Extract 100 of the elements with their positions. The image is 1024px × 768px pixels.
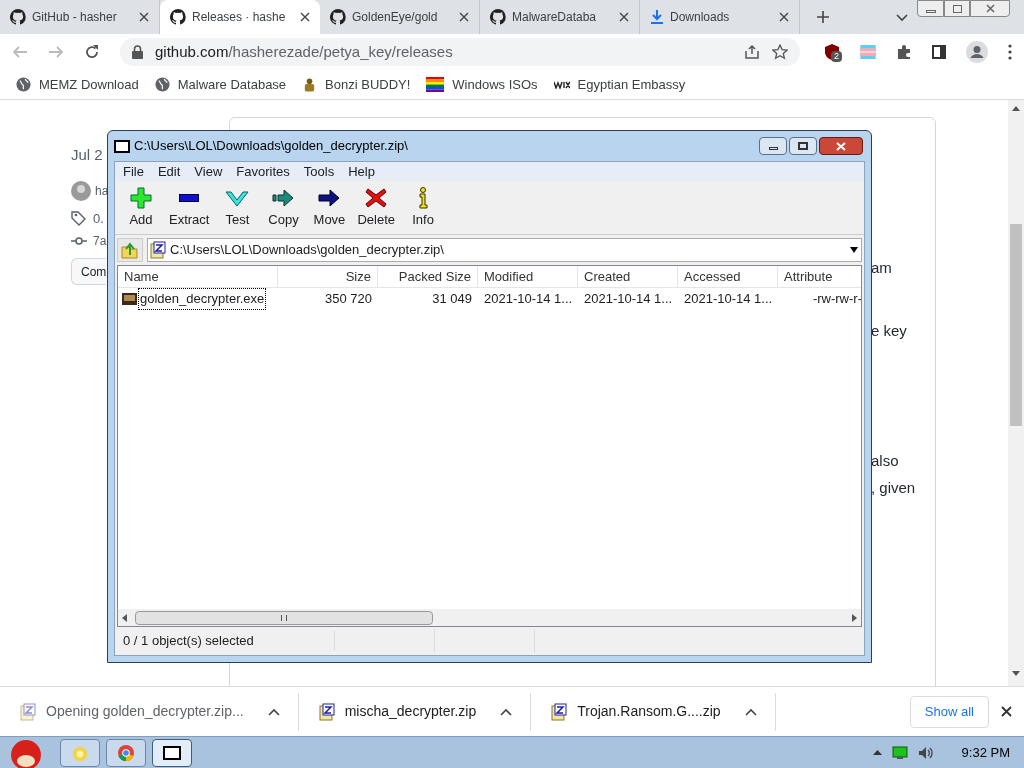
column-header[interactable]: Attribute bbox=[778, 266, 861, 287]
address-field[interactable]: github.com/hasherezade/petya_key/releases bbox=[120, 38, 800, 66]
toolbar-button[interactable]: Move bbox=[311, 185, 348, 230]
star-icon[interactable] bbox=[772, 44, 788, 60]
close-button[interactable] bbox=[819, 137, 863, 155]
tab-title: Releases · hashe bbox=[192, 9, 287, 26]
browser-tab[interactable]: MalwareDataba bbox=[480, 0, 640, 34]
maximize-button[interactable] bbox=[789, 137, 817, 155]
menu-item[interactable]: Favorites bbox=[236, 161, 290, 182]
scroll-down-icon[interactable] bbox=[1012, 671, 1020, 676]
download-item[interactable]: Trojan.Ransom.G....zip bbox=[577, 701, 721, 722]
tag-icon bbox=[71, 210, 87, 227]
download-item[interactable]: mischa_decrypter.zip bbox=[344, 701, 477, 722]
share-icon[interactable] bbox=[744, 44, 760, 60]
puzzle-icon[interactable] bbox=[896, 44, 912, 60]
toolbar-button[interactable]: Test bbox=[219, 185, 256, 230]
close-icon[interactable] bbox=[619, 12, 629, 22]
table-cell-text: 2021-10-14 1... bbox=[683, 290, 774, 309]
globe-icon bbox=[16, 77, 31, 92]
table-cell-text: 2021-10-14 1... bbox=[483, 290, 574, 309]
dropdown-icon[interactable] bbox=[849, 247, 859, 253]
speaker-icon[interactable] bbox=[917, 745, 934, 760]
taskbar-button[interactable] bbox=[152, 738, 192, 767]
scroll-right-icon[interactable] bbox=[852, 613, 857, 622]
status-text: 0 / 1 object(s) selected bbox=[115, 631, 335, 651]
close-icon[interactable] bbox=[139, 12, 149, 22]
tray-up-icon[interactable] bbox=[872, 750, 882, 755]
close-icon bbox=[836, 141, 846, 151]
column-header[interactable]: Name bbox=[118, 266, 278, 287]
minus-icon bbox=[179, 193, 200, 202]
new-tab-icon[interactable] bbox=[816, 10, 830, 24]
caret-up-icon[interactable] bbox=[500, 707, 513, 716]
close-icon[interactable] bbox=[1001, 706, 1012, 717]
folder-up-icon bbox=[121, 241, 139, 259]
browser-icon bbox=[117, 743, 135, 762]
column-header[interactable]: Size bbox=[278, 266, 378, 287]
commit-hash[interactable]: 7a bbox=[93, 232, 107, 250]
bookmark-item[interactable]: Malware Database bbox=[154, 74, 287, 95]
release-text: , given bbox=[871, 477, 917, 498]
menu-icon[interactable] bbox=[1008, 44, 1012, 60]
column-header[interactable]: Accessed bbox=[678, 266, 778, 287]
archive-file-icon bbox=[20, 702, 36, 721]
table-cell-text: -rw-rw-r- bbox=[811, 290, 861, 309]
menu-item[interactable]: View bbox=[194, 161, 223, 182]
close-icon[interactable] bbox=[300, 12, 310, 22]
browser-tab[interactable]: Downloads bbox=[640, 0, 800, 34]
bookmark-item[interactable]: MEMZ Download bbox=[16, 74, 139, 95]
clock-time[interactable]: 9:32 PM bbox=[961, 742, 1010, 763]
archive-file-icon bbox=[150, 241, 166, 259]
bookmark-item[interactable]: Egyptian Embassy bbox=[553, 74, 686, 95]
menu-item[interactable]: Help bbox=[348, 161, 375, 182]
github-icon bbox=[330, 9, 346, 25]
github-icon bbox=[490, 9, 506, 25]
release-text: e key bbox=[871, 320, 908, 341]
browser-tab[interactable]: Releases · hashe bbox=[160, 0, 320, 34]
github-icon bbox=[10, 9, 26, 25]
file-name[interactable]: golden_decrypter.exe bbox=[139, 289, 266, 309]
menu-item[interactable]: Edit bbox=[157, 161, 181, 182]
table-cell-text: 2021-10-14 1... bbox=[583, 290, 674, 309]
close-icon bbox=[985, 4, 995, 13]
toolbar-button[interactable]: Delete bbox=[357, 185, 396, 230]
scroll-left-icon[interactable] bbox=[122, 613, 127, 622]
show-all-button[interactable]: Show all bbox=[909, 695, 989, 728]
caret-up-icon[interactable] bbox=[267, 707, 280, 716]
minimize-button[interactable] bbox=[917, 0, 944, 17]
browser-tab[interactable]: GoldenEye/gold bbox=[320, 0, 480, 34]
bookmark-item[interactable]: Bonzi BUDDY! bbox=[302, 74, 411, 95]
close-icon[interactable] bbox=[779, 12, 789, 22]
menu-item[interactable]: File bbox=[123, 161, 144, 182]
column-header[interactable]: Created bbox=[578, 266, 678, 287]
folder-up-button[interactable] bbox=[117, 238, 143, 262]
download-item[interactable]: Opening golden_decrypter.zip... bbox=[46, 701, 244, 722]
caret-up-icon[interactable] bbox=[744, 707, 757, 716]
toolbar-button[interactable]: Extract bbox=[169, 185, 210, 230]
chevron-down-icon[interactable] bbox=[896, 14, 908, 22]
toolbar-button[interactable]: Add bbox=[123, 185, 159, 230]
close-icon[interactable] bbox=[459, 12, 469, 22]
column-header[interactable]: Modified bbox=[478, 266, 578, 287]
reload-icon[interactable] bbox=[84, 44, 100, 60]
scrollbar[interactable] bbox=[1008, 100, 1024, 686]
avatar-icon bbox=[71, 180, 91, 201]
bookmark-item[interactable]: Windows ISOs bbox=[426, 74, 538, 95]
scroll-up-icon[interactable] bbox=[1012, 106, 1020, 111]
tag-name[interactable]: 0. bbox=[93, 208, 104, 228]
scroll-thumb[interactable] bbox=[135, 610, 433, 625]
tab-title: GitHub - hasher bbox=[32, 9, 118, 26]
github-icon bbox=[170, 9, 186, 25]
app-icon bbox=[114, 139, 130, 153]
toolbar-button[interactable]: Info bbox=[405, 185, 442, 230]
minimize-button[interactable] bbox=[759, 137, 787, 155]
toolbar-button[interactable]: Copy bbox=[265, 185, 302, 230]
menu-item[interactable]: Tools bbox=[303, 161, 335, 182]
side-panel-icon[interactable] bbox=[932, 45, 946, 59]
profile-icon[interactable] bbox=[966, 41, 988, 63]
archive-file-icon bbox=[551, 702, 568, 721]
compare-button[interactable]: Com bbox=[71, 258, 106, 285]
extension-badge: 2 bbox=[831, 51, 842, 62]
path-field[interactable]: C:\Users\LOL\Downloads\golden_decrypter.zip\ bbox=[147, 238, 862, 262]
column-header[interactable]: Packed Size bbox=[378, 266, 478, 287]
restore-button[interactable] bbox=[944, 0, 970, 17]
